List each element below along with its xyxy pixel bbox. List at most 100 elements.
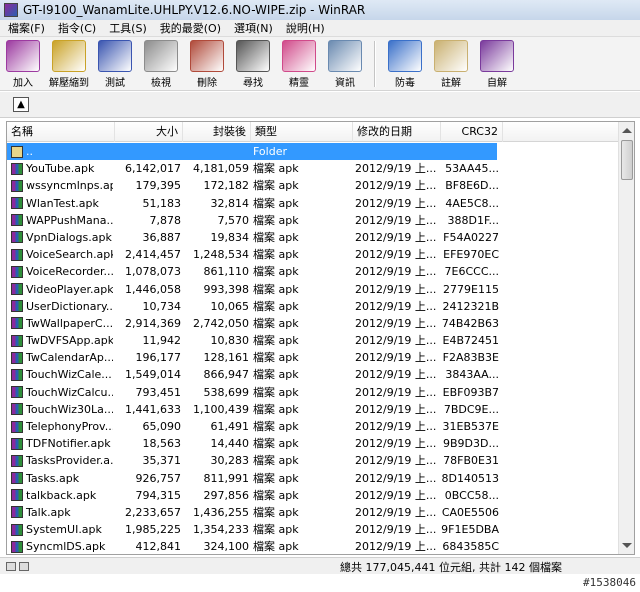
file-type: 檔案 apk <box>253 282 299 296</box>
file-row[interactable]: TDFNotifier.apk 18,563 14,440 檔案 apk 2012/9/… <box>7 435 619 452</box>
rar-file-icon <box>11 454 23 467</box>
file-row[interactable]: UserDictionary.... 10,734 10,065 檔案 apk 2012… <box>7 298 619 315</box>
toolbar-label: 解壓縮到 <box>49 78 89 89</box>
file-modified-date: 2012/9/19 上... <box>355 368 437 382</box>
scroll-thumb[interactable] <box>621 140 633 180</box>
file-row[interactable]: TwCalendarAp... 196,177 128,161 檔案 apk 2012/… <box>7 349 619 366</box>
column-size[interactable]: 大小 <box>115 122 183 142</box>
file-row[interactable]: TasksProvider.a... 35,371 30,283 檔案 apk 2012… <box>7 452 619 469</box>
file-type: 檔案 apk <box>253 437 299 451</box>
file-packed-size: 1,100,439 <box>193 402 249 416</box>
file-row[interactable]: VideoPlayer.apk 1,446,058 993,398 檔案 apk 201… <box>7 281 619 298</box>
key-icon[interactable] <box>19 561 29 571</box>
toolbar-button-info[interactable]: 資訊 <box>322 37 368 91</box>
file-row[interactable]: wssyncmlnps.apk 179,395 172,182檔案 apk 2012/… <box>7 177 619 194</box>
up-folder-button[interactable]: ▲ <box>13 97 29 112</box>
toolbar-button-test[interactable]: 測試 <box>92 37 138 91</box>
rar-file-icon <box>11 197 23 210</box>
toolbar-label: 精靈 <box>289 78 309 89</box>
file-modified-date: 2012/9/19 上... <box>355 523 437 537</box>
column-name[interactable]: 名稱 <box>7 122 115 142</box>
menu-commands[interactable]: 指令(C) <box>50 20 101 36</box>
address-bar: ▲ <box>0 92 640 118</box>
rar-file-icon <box>11 472 23 485</box>
file-crc32: 4AE5C8... <box>445 196 499 210</box>
file-row[interactable]: TwWallpaperC... 2,914,369 2,742,050 檔案 apk 2… <box>7 315 619 332</box>
file-name: VideoPlayer.apk <box>26 282 113 296</box>
file-size: 51,183 <box>142 196 182 210</box>
toolbar-button-sfx[interactable]: 自解 <box>474 37 520 91</box>
vertical-scrollbar[interactable] <box>618 122 634 554</box>
file-row[interactable]: VpnDialogs.apk 36,887 19,834 檔案 apk 2012/9/1… <box>7 229 619 246</box>
toolbar-button-add-archive[interactable]: 加入 <box>0 37 46 91</box>
file-type: 檔案 apk <box>253 540 299 554</box>
file-name: YouTube.apk <box>26 162 95 176</box>
file-row[interactable]: Talk.apk 2,233,657 1,436,255 檔案 apk 2012/9/1… <box>7 504 619 521</box>
file-size: 6,142,017 <box>125 162 181 176</box>
file-size: 1,549,014 <box>125 368 181 382</box>
file-size: 1,446,058 <box>125 282 181 296</box>
toolbar-label: 刪除 <box>197 78 217 89</box>
row-name: SyncmlDS.apk <box>11 538 113 554</box>
file-size: 2,914,369 <box>125 316 181 330</box>
file-row[interactable]: VoiceSearch.apk 2,414,457 1,248,534 檔案 apk 2… <box>7 246 619 263</box>
toolbar-label: 檢視 <box>151 78 171 89</box>
file-type: 檔案 apk <box>253 454 299 468</box>
file-row[interactable]: TouchWizCalcu... 793,451 538,699 檔案 apk 2012… <box>7 384 619 401</box>
file-row[interactable]: YouTube.apk 6,142,017 4,181,059 檔案 apk 2012/… <box>7 160 619 177</box>
file-packed-size: 324,100 <box>203 540 250 554</box>
file-row[interactable]: WAPPushMana... 7,878 7,570 檔案 apk 2012/9/19 … <box>7 212 619 229</box>
file-type: 檔案 apk <box>253 385 299 399</box>
drive-icon[interactable] <box>6 561 16 571</box>
file-row[interactable]: talkback.apk 794,315 297,856 檔案 apk 2012/9/1… <box>7 487 619 504</box>
file-row[interactable]: TouchWiz30La... 1,441,633 1,100,439 檔案 apk 2… <box>7 401 619 418</box>
toolbar-button-extract-to[interactable]: 解壓縮到 <box>46 37 92 91</box>
toolbar-button-virus-scan[interactable]: 防毒 <box>382 37 428 91</box>
file-name: WAPPushMana... <box>26 213 113 227</box>
toolbar-button-find[interactable]: 尋找 <box>230 37 276 91</box>
row-name: TouchWizCalcu... <box>11 384 113 401</box>
file-size: 1,985,225 <box>125 523 181 537</box>
file-name: SyncmlDS.apk <box>26 540 106 554</box>
column-packed[interactable]: 封裝後 <box>183 122 251 142</box>
winrar-app-icon[interactable] <box>4 3 18 17</box>
row-name: TouchWizCale... <box>11 366 113 383</box>
rar-file-icon <box>11 386 23 399</box>
file-row[interactable]: TwDVFSApp.apk 11,942 10,830 檔案 apk 2012/9/19… <box>7 332 619 349</box>
file-modified-date: 2012/9/19 上... <box>355 351 437 365</box>
toolbar-button-wizard[interactable]: 精靈 <box>276 37 322 91</box>
file-row[interactable]: TouchWizCale... 1,549,014 866,947 檔案 apk 201… <box>7 366 619 383</box>
menu-help[interactable]: 說明(H) <box>278 20 330 36</box>
status-icons <box>6 561 36 571</box>
file-modified-date: 2012/9/19 上... <box>355 230 437 244</box>
toolbar-button-comment[interactable]: 註解 <box>428 37 474 91</box>
file-crc32: EFE970EC <box>443 248 499 262</box>
scroll-up-icon[interactable] <box>622 128 632 133</box>
file-packed-size: 538,699 <box>203 385 250 399</box>
file-row[interactable]: WlanTest.apk 51,183 32,814 檔案 apk 2012/9/19 … <box>7 195 619 212</box>
file-row[interactable]: VoiceRecorder.... 1,078,073 861,110 檔案 apk 2… <box>7 263 619 280</box>
file-row[interactable]: TelephonyProv... 65,090 61,491 檔案 apk 2012/9… <box>7 418 619 435</box>
menu-tools[interactable]: 工具(S) <box>101 20 152 36</box>
toolbar-button-delete[interactable]: 刪除 <box>184 37 230 91</box>
file-row[interactable]: Tasks.apk 926,757 811,991 檔案 apk 2012/9/19 上… <box>7 470 619 487</box>
file-name: UserDictionary.... <box>26 299 113 313</box>
file-crc32: 78FB0E31 <box>443 454 499 468</box>
file-list: 名稱 大小 封裝後 類型 修改的日期 CRC32 .. Folder YouTu… <box>6 121 635 555</box>
file-size: 1,441,633 <box>125 402 181 416</box>
menu-options[interactable]: 選項(N) <box>226 20 278 36</box>
file-modified-date: 2012/9/19 上... <box>355 299 437 313</box>
file-crc32: 74B42B63 <box>441 316 499 330</box>
toolbar-button-view[interactable]: 檢視 <box>138 37 184 91</box>
scroll-down-icon[interactable] <box>622 543 632 548</box>
row-name: Talk.apk <box>11 504 113 521</box>
file-row[interactable]: SyncmlDS.apk 412,841 324,100 檔案 apk 2012/9/1… <box>7 538 619 554</box>
column-type[interactable]: 類型 <box>251 122 353 142</box>
menu-file[interactable]: 檔案(F) <box>0 20 50 36</box>
column-modified[interactable]: 修改的日期 <box>353 122 441 142</box>
parent-folder-row[interactable]: .. Folder <box>7 143 619 160</box>
menu-favorites[interactable]: 我的最愛(O) <box>152 20 226 36</box>
column-crc32[interactable]: CRC32 <box>441 122 503 142</box>
file-row[interactable]: SystemUI.apk 1,985,225 1,354,233 檔案 apk 2012… <box>7 521 619 538</box>
file-type: 檔案 apk <box>253 523 299 537</box>
